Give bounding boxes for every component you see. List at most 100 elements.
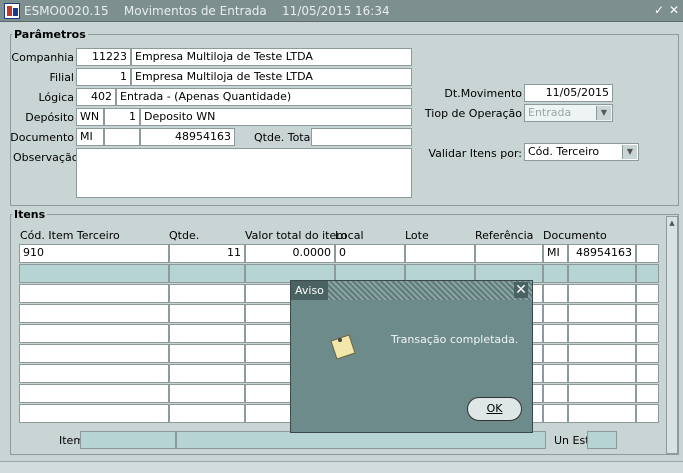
filial-name-field[interactable]: Empresa Multiloja de Teste LTDA bbox=[131, 68, 412, 86]
minimize-icon[interactable]: ✓ bbox=[652, 3, 666, 17]
validar-itens-select[interactable]: Cód. Terceiro ▼ bbox=[524, 143, 639, 161]
tipo-operacao-select[interactable]: Entrada ▼ bbox=[524, 104, 613, 122]
row7-extra-field[interactable] bbox=[636, 364, 659, 383]
row3-doc-numero-field[interactable] bbox=[568, 284, 636, 303]
chevron-down-icon[interactable]: ▼ bbox=[622, 145, 637, 159]
deposito-type-field[interactable]: WN bbox=[76, 108, 104, 126]
dt-movimento-label: Dt.Movimento bbox=[444, 87, 522, 100]
row2-cod-item-field[interactable] bbox=[19, 264, 169, 283]
row6-extra-field[interactable] bbox=[636, 344, 659, 363]
deposito-code-field[interactable]: 1 bbox=[104, 108, 140, 126]
row1-lote-field[interactable] bbox=[405, 244, 475, 263]
footer-item-code-field[interactable] bbox=[80, 431, 176, 449]
row6-qtde-field[interactable] bbox=[169, 344, 245, 363]
row6-doc-numero-field[interactable] bbox=[568, 344, 636, 363]
validar-itens-value: Cód. Terceiro bbox=[528, 145, 600, 158]
itens-title: Itens bbox=[12, 208, 48, 221]
row7-cod-item-field[interactable] bbox=[19, 364, 169, 383]
row9-extra-field[interactable] bbox=[636, 404, 659, 423]
row1-referencia-field[interactable] bbox=[475, 244, 543, 263]
row4-extra-field[interactable] bbox=[636, 304, 659, 323]
row1-cod-item-field[interactable]: 910 bbox=[19, 244, 169, 263]
row1-local-field[interactable]: 0 bbox=[335, 244, 405, 263]
col-header-lote: Lote bbox=[405, 229, 429, 242]
parametros-title: Parâmetros bbox=[12, 28, 88, 41]
row5-extra-field[interactable] bbox=[636, 324, 659, 343]
col-header-cod-item: Cód. Item Terceiro bbox=[20, 229, 120, 242]
row2-doc-numero-field[interactable] bbox=[568, 264, 636, 283]
row5-doc-serie-field[interactable] bbox=[543, 324, 568, 343]
companhia-code-field[interactable]: 11223 bbox=[76, 48, 131, 66]
row7-doc-numero-field[interactable] bbox=[568, 364, 636, 383]
tipo-operacao-label: Tiop de Operação bbox=[424, 107, 522, 120]
row3-doc-serie-field[interactable] bbox=[543, 284, 568, 303]
dialog-title: Aviso bbox=[291, 281, 328, 300]
row8-doc-serie-field[interactable] bbox=[543, 384, 568, 403]
row3-cod-item-field[interactable] bbox=[19, 284, 169, 303]
row7-qtde-field[interactable] bbox=[169, 364, 245, 383]
footer-item-desc-field[interactable] bbox=[176, 431, 546, 449]
deposito-name-field[interactable]: Deposito WN bbox=[140, 108, 412, 126]
row6-doc-serie-field[interactable] bbox=[543, 344, 568, 363]
col-header-valor-total: Valor total do item bbox=[245, 229, 347, 242]
row7-doc-serie-field[interactable] bbox=[543, 364, 568, 383]
footer-un-est-field[interactable] bbox=[587, 431, 617, 449]
footer-un-est-label: Un Est bbox=[554, 434, 590, 447]
row8-qtde-field[interactable] bbox=[169, 384, 245, 403]
row2-qtde-field[interactable] bbox=[169, 264, 245, 283]
observacao-field[interactable] bbox=[76, 148, 412, 198]
companhia-label: Companhia bbox=[11, 51, 74, 64]
row4-cod-item-field[interactable] bbox=[19, 304, 169, 323]
close-icon[interactable]: ✕ bbox=[667, 3, 681, 17]
logica-name-field[interactable]: Entrada - (Apenas Quantidade) bbox=[116, 88, 412, 106]
row9-cod-item-field[interactable] bbox=[19, 404, 169, 423]
scroll-up-icon[interactable]: ▲ bbox=[667, 217, 677, 229]
form-title: Movimentos de Entrada bbox=[123, 4, 267, 18]
dialog-message: Transação completada. bbox=[391, 333, 519, 346]
title-bar: ESMO0020.15 Movimentos de Entrada 11/05/… bbox=[0, 0, 683, 22]
horizontal-scrollbar[interactable] bbox=[0, 461, 683, 473]
row3-qtde-field[interactable] bbox=[169, 284, 245, 303]
row1-extra-field[interactable] bbox=[636, 244, 659, 263]
dt-movimento-field[interactable]: 11/05/2015 bbox=[524, 84, 613, 102]
filial-code-field[interactable]: 1 bbox=[76, 68, 131, 86]
logica-code-field[interactable]: 402 bbox=[76, 88, 116, 106]
row9-qtde-field[interactable] bbox=[169, 404, 245, 423]
row9-doc-numero-field[interactable] bbox=[568, 404, 636, 423]
row4-doc-numero-field[interactable] bbox=[568, 304, 636, 323]
row8-cod-item-field[interactable] bbox=[19, 384, 169, 403]
row3-extra-field[interactable] bbox=[636, 284, 659, 303]
row5-cod-item-field[interactable] bbox=[19, 324, 169, 343]
row4-doc-serie-field[interactable] bbox=[543, 304, 568, 323]
row2-doc-serie-field[interactable] bbox=[543, 264, 568, 283]
qtde-total-label: Qtde. Total bbox=[254, 131, 314, 144]
companhia-name-field[interactable]: Empresa Multiloja de Teste LTDA bbox=[131, 48, 412, 66]
documento-extra-field[interactable] bbox=[104, 128, 140, 146]
documento-serie-field[interactable]: MI bbox=[76, 128, 104, 146]
row5-qtde-field[interactable] bbox=[169, 324, 245, 343]
col-header-referencia: Referência bbox=[475, 229, 534, 242]
tipo-operacao-value: Entrada bbox=[528, 106, 572, 119]
row9-doc-serie-field[interactable] bbox=[543, 404, 568, 423]
row1-doc-numero-field[interactable]: 48954163 bbox=[568, 244, 636, 263]
col-header-qtde: Qtde. bbox=[169, 229, 200, 242]
form-window: { "window": { "code": "ESMO0020.15", "ti… bbox=[0, 0, 683, 473]
qtde-total-field[interactable] bbox=[311, 128, 412, 146]
col-header-local: Local bbox=[335, 229, 364, 242]
chevron-down-icon[interactable]: ▼ bbox=[596, 106, 611, 120]
dialog-close-icon[interactable]: ✕ bbox=[514, 282, 528, 298]
items-scrollbar[interactable]: ▲ bbox=[666, 216, 678, 454]
documento-number-field[interactable]: 48954163 bbox=[140, 128, 235, 146]
row1-qtde-field[interactable]: 11 bbox=[169, 244, 245, 263]
ok-button[interactable]: OK bbox=[467, 397, 522, 421]
row1-doc-serie-field[interactable]: MI bbox=[543, 244, 568, 263]
row4-qtde-field[interactable] bbox=[169, 304, 245, 323]
row1-valor-total-field[interactable]: 0.0000 bbox=[245, 244, 335, 263]
row5-doc-numero-field[interactable] bbox=[568, 324, 636, 343]
app-icon bbox=[4, 3, 20, 19]
row6-cod-item-field[interactable] bbox=[19, 344, 169, 363]
row8-extra-field[interactable] bbox=[636, 384, 659, 403]
row2-extra-field[interactable] bbox=[636, 264, 659, 283]
col-header-documento: Documento bbox=[543, 229, 607, 242]
row8-doc-numero-field[interactable] bbox=[568, 384, 636, 403]
